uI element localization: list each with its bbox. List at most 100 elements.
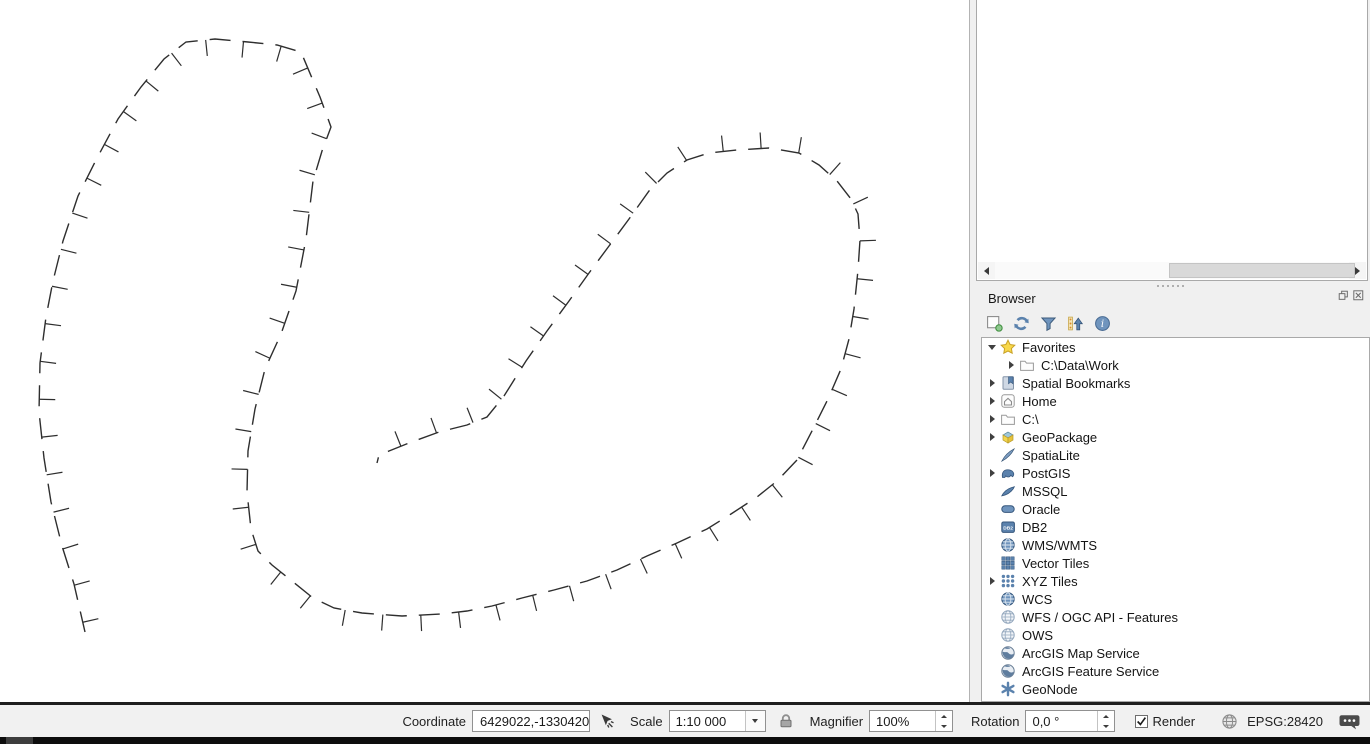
rotation-spin-arrows[interactable] <box>1097 711 1114 731</box>
extents-toggle-icon[interactable] <box>598 712 616 730</box>
scrollbar-track[interactable] <box>995 262 1349 279</box>
scale-value: 1:10 000 <box>670 714 745 729</box>
expander-arrow-icon[interactable] <box>986 433 998 441</box>
tree-item-label: C:\ <box>1022 412 1039 427</box>
tree-item-spatial-bookmarks[interactable]: Spatial Bookmarks <box>982 374 1369 392</box>
tree-item-label: Favorites <box>1022 340 1075 355</box>
add-layer-icon <box>986 315 1003 332</box>
add-selected-layers-button[interactable] <box>984 313 1005 334</box>
tree-item-arcgis-feature-service[interactable]: ArcGIS Feature Service <box>982 662 1369 680</box>
tree-item-vector-tiles[interactable]: Vector Tiles <box>982 554 1369 572</box>
map-canvas[interactable] <box>0 0 970 702</box>
scale-dropdown-button[interactable] <box>745 711 765 731</box>
expander-arrow-icon[interactable] <box>986 345 998 350</box>
expander-arrow-icon[interactable] <box>986 397 998 405</box>
tree-item-label: C:\Data\Work <box>1041 358 1119 373</box>
tree-item-db2[interactable]: DB2DB2 <box>982 518 1369 536</box>
magnifier-spinbox[interactable]: 100% <box>869 710 953 732</box>
scale-combobox[interactable]: 1:10 000 <box>669 710 766 732</box>
render-label: Render <box>1152 714 1195 729</box>
taskbar-strip <box>0 737 1370 744</box>
expander-arrow-icon[interactable] <box>986 577 998 585</box>
rotation-value: 0,0 ° <box>1026 714 1097 729</box>
bookmark-icon <box>1000 375 1016 391</box>
feather-icon <box>1000 447 1016 463</box>
tree-item-label: DB2 <box>1022 520 1047 535</box>
globe-dark-icon <box>1000 537 1016 553</box>
tree-item-geopackage[interactable]: GeoPackage <box>982 428 1369 446</box>
close-panel-button[interactable] <box>1353 290 1366 303</box>
tree-item-label: PostGIS <box>1022 466 1070 481</box>
taskbar-app-block <box>6 737 33 744</box>
tree-item-favorites[interactable]: Favorites <box>982 338 1369 356</box>
geopackage-icon <box>1000 429 1016 445</box>
tree-item-wfs-ogc-api-features[interactable]: WFS / OGC API - Features <box>982 608 1369 626</box>
rotation-spinbox[interactable]: 0,0 ° <box>1025 710 1115 732</box>
tree-item-wcs[interactable]: WCS <box>982 590 1369 608</box>
tree-item-wms-wmts[interactable]: WMS/WMTS <box>982 536 1369 554</box>
float-panel-button[interactable] <box>1338 290 1351 303</box>
collapse-icon <box>1067 315 1084 332</box>
tree-item-arcgis-map-service[interactable]: ArcGIS Map Service <box>982 644 1369 662</box>
refresh-icon <box>1013 315 1030 332</box>
expander-arrow-icon[interactable] <box>986 415 998 423</box>
tree-item-ows[interactable]: OWS <box>982 626 1369 644</box>
svg-text:i: i <box>1101 319 1104 330</box>
tree-item-label: XYZ Tiles <box>1022 574 1078 589</box>
folder-icon <box>1000 411 1016 427</box>
tree-item-label: OWS <box>1022 628 1053 643</box>
filter-browser-button[interactable] <box>1038 313 1059 334</box>
elephant-icon <box>1000 465 1016 481</box>
asterisk-icon <box>1000 681 1016 697</box>
status-bar: Coordinate 6429022,-1330420 Scale 1:10 0… <box>0 705 1370 737</box>
horizontal-scrollbar[interactable] <box>978 262 1366 279</box>
dot-grid-icon <box>1000 573 1016 589</box>
tree-item-label: WCS <box>1022 592 1052 607</box>
expander-arrow-icon[interactable] <box>986 379 998 387</box>
tree-item-spatialite[interactable]: SpatiaLite <box>982 446 1369 464</box>
scale-label: Scale <box>630 714 663 729</box>
panel-splitter-handle[interactable] <box>970 282 1370 290</box>
tree-item-label: Spatial Bookmarks <box>1022 376 1130 391</box>
tree-item-label: ArcGIS Feature Service <box>1022 664 1159 679</box>
coordinate-value: 6429022,-1330420 <box>480 714 589 729</box>
tree-item-home[interactable]: Home <box>982 392 1369 410</box>
tree-item-label: Vector Tiles <box>1022 556 1089 571</box>
info-icon: i <box>1094 315 1111 332</box>
tree-item-label: Home <box>1022 394 1057 409</box>
grid-icon <box>1000 555 1016 571</box>
globe-light-icon <box>1000 627 1016 643</box>
refresh-button[interactable] <box>1011 313 1032 334</box>
tree-item-c[interactable]: C:\ <box>982 410 1369 428</box>
capsule-icon <box>1000 501 1016 517</box>
crs-status[interactable]: EPSG:28420 <box>1247 714 1323 729</box>
scroll-right-icon <box>1355 267 1360 275</box>
render-checkbox[interactable] <box>1135 715 1148 728</box>
expander-arrow-icon[interactable] <box>1005 361 1017 369</box>
tree-item-xyz-tiles[interactable]: XYZ Tiles <box>982 572 1369 590</box>
wing-icon <box>1000 483 1016 499</box>
scrollbar-thumb[interactable] <box>1169 263 1355 278</box>
star-icon <box>1000 339 1016 355</box>
coordinate-label: Coordinate <box>402 714 466 729</box>
coordinate-input[interactable]: 6429022,-1330420 <box>472 710 590 732</box>
properties-button[interactable]: i <box>1092 313 1113 334</box>
empty-dock-panel <box>976 0 1368 281</box>
lock-scale-icon[interactable] <box>778 713 794 729</box>
tree-item-oracle[interactable]: Oracle <box>982 500 1369 518</box>
collapse-all-button[interactable] <box>1065 313 1086 334</box>
messages-button[interactable] <box>1339 711 1360 732</box>
tree-item-geonode[interactable]: GeoNode <box>982 680 1369 698</box>
scroll-left-button[interactable] <box>978 262 995 279</box>
right-dock: Browser i Favorites C:\Data\Work Spatial B… <box>970 0 1370 702</box>
tree-item-postgis[interactable]: PostGIS <box>982 464 1369 482</box>
folder-icon <box>1019 357 1035 373</box>
scroll-left-icon <box>984 267 989 275</box>
browser-panel-title: Browser <box>988 291 1036 306</box>
browser-panel-header: Browser <box>970 290 1370 308</box>
browser-tree: Favorites C:\Data\Work Spatial Bookmarks Ho… <box>981 337 1370 702</box>
magnifier-spin-arrows[interactable] <box>935 711 952 731</box>
expander-arrow-icon[interactable] <box>986 469 998 477</box>
tree-item-c-data-work[interactable]: C:\Data\Work <box>982 356 1369 374</box>
tree-item-mssql[interactable]: MSSQL <box>982 482 1369 500</box>
